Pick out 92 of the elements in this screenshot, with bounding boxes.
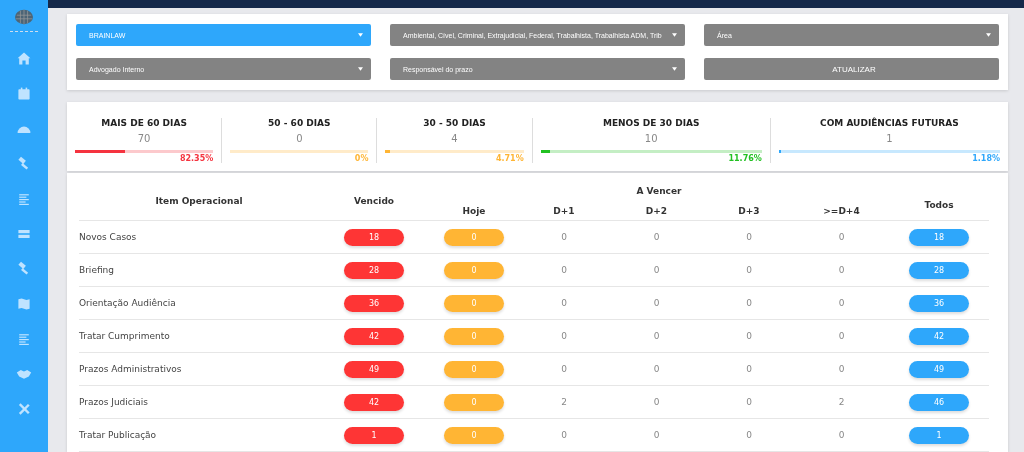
stat-count: 0 xyxy=(296,133,303,144)
column-header: Hoje xyxy=(429,201,519,221)
table-cell: 0 xyxy=(653,364,660,374)
table-cell: Briefing xyxy=(79,265,114,275)
caret-icon xyxy=(672,33,677,37)
table-cell: 0 xyxy=(561,331,567,341)
logo-icon xyxy=(13,8,35,26)
count-badge: 28 xyxy=(909,261,969,279)
stat-title: MAIS DE 60 DIAS xyxy=(101,118,187,128)
stat-count: 70 xyxy=(137,133,151,144)
column-header: Todos xyxy=(889,181,989,221)
count-badge: 1 xyxy=(344,426,404,444)
column-header: D+2 xyxy=(609,201,704,221)
column-header: Item Operacional xyxy=(79,181,319,221)
count-badge: 0 xyxy=(444,426,504,444)
table-cell: 0 xyxy=(838,265,845,275)
column-group-header: A Vencer xyxy=(635,185,683,198)
stat-percent: 11.76% xyxy=(728,154,762,163)
stat-title: 30 - 50 DIAS xyxy=(423,118,486,128)
stat-percent: 82.35% xyxy=(179,154,214,163)
table-cell: 0 xyxy=(838,331,845,341)
table-cell: 0 xyxy=(746,364,752,374)
table-cell: Tratar Cumprimento xyxy=(79,331,170,341)
caret-icon xyxy=(986,33,991,37)
count-badge: 0 xyxy=(444,294,504,312)
caret-icon xyxy=(358,33,363,37)
count-badge: 46 xyxy=(909,393,969,411)
stat-percent: 4.71% xyxy=(495,154,524,163)
table-cell: 0 xyxy=(653,331,660,341)
count-badge: 49 xyxy=(909,360,969,378)
column-header: Vencido xyxy=(319,181,429,221)
table-cell: Orientação Audiência xyxy=(79,298,176,308)
count-badge: 0 xyxy=(444,228,504,246)
table-cell: 0 xyxy=(746,331,752,341)
stat-title: COM AUDIÊNCIAS FUTURAS xyxy=(820,118,959,128)
table-cell: 0 xyxy=(746,298,752,308)
stat-count: 4 xyxy=(451,133,458,144)
table-cell: 0 xyxy=(746,265,752,275)
count-badge: 42 xyxy=(909,327,969,345)
count-badge: 0 xyxy=(444,360,504,378)
count-badge: 0 xyxy=(444,261,504,279)
count-badge: 18 xyxy=(909,228,969,246)
count-badge: 42 xyxy=(344,393,404,411)
table-cell: 0 xyxy=(746,397,752,407)
count-badge: 0 xyxy=(444,393,504,411)
caret-icon xyxy=(358,67,363,71)
table-cell: 0 xyxy=(653,430,660,440)
count-badge: 36 xyxy=(909,294,969,312)
list-icon[interactable] xyxy=(16,331,32,347)
stat-title: 50 - 60 DIAS xyxy=(268,118,331,128)
count-badge: 42 xyxy=(344,327,404,345)
map-icon[interactable] xyxy=(16,296,32,312)
column-header: >=D+4 xyxy=(794,201,889,221)
stat-title: MENOS DE 30 DIAS xyxy=(602,118,700,128)
column-header: D+1 xyxy=(519,201,609,221)
table-cell: 0 xyxy=(838,430,845,440)
table-cell: 0 xyxy=(561,298,567,308)
stat-count: 1 xyxy=(886,133,893,144)
table-cell: 0 xyxy=(653,298,660,308)
caret-icon xyxy=(672,67,677,71)
list-icon[interactable] xyxy=(16,191,32,207)
table-cell: Novos Casos xyxy=(79,232,137,242)
count-badge: 49 xyxy=(344,360,404,378)
stat-percent: 0% xyxy=(354,154,369,163)
calendar-icon[interactable] xyxy=(16,86,32,102)
table-cell: 0 xyxy=(561,265,567,275)
table-cell: 2 xyxy=(838,397,845,407)
column-header: D+3 xyxy=(704,201,794,221)
table-cell: Prazos Judiciais xyxy=(79,397,148,407)
table-cell: 0 xyxy=(838,364,845,374)
home-icon[interactable] xyxy=(16,51,32,67)
table-cell: 0 xyxy=(561,232,567,242)
table-cell: Tratar Publicação xyxy=(79,430,157,440)
stat-count: 10 xyxy=(644,133,658,144)
table-cell: 0 xyxy=(653,232,660,242)
table-cell: 0 xyxy=(561,430,567,440)
table-cell: 0 xyxy=(838,298,845,308)
table-cell: Prazos Administrativos xyxy=(79,364,182,374)
count-badge: 0 xyxy=(444,327,504,345)
count-badge: 36 xyxy=(344,294,404,312)
table-cell: 2 xyxy=(561,397,567,407)
table-cell: 0 xyxy=(653,265,660,275)
table-cell: 0 xyxy=(746,232,752,242)
table-cell: 0 xyxy=(838,232,845,242)
update-button[interactable]: ATUALIZAR xyxy=(704,58,999,80)
table-cell: 0 xyxy=(653,397,660,407)
table-cell: 0 xyxy=(561,364,567,374)
count-badge: 28 xyxy=(344,261,404,279)
count-badge: 18 xyxy=(344,228,404,246)
stat-percent: 1.18% xyxy=(972,154,1000,163)
count-badge: 1 xyxy=(909,426,969,444)
table-cell: 0 xyxy=(746,430,752,440)
